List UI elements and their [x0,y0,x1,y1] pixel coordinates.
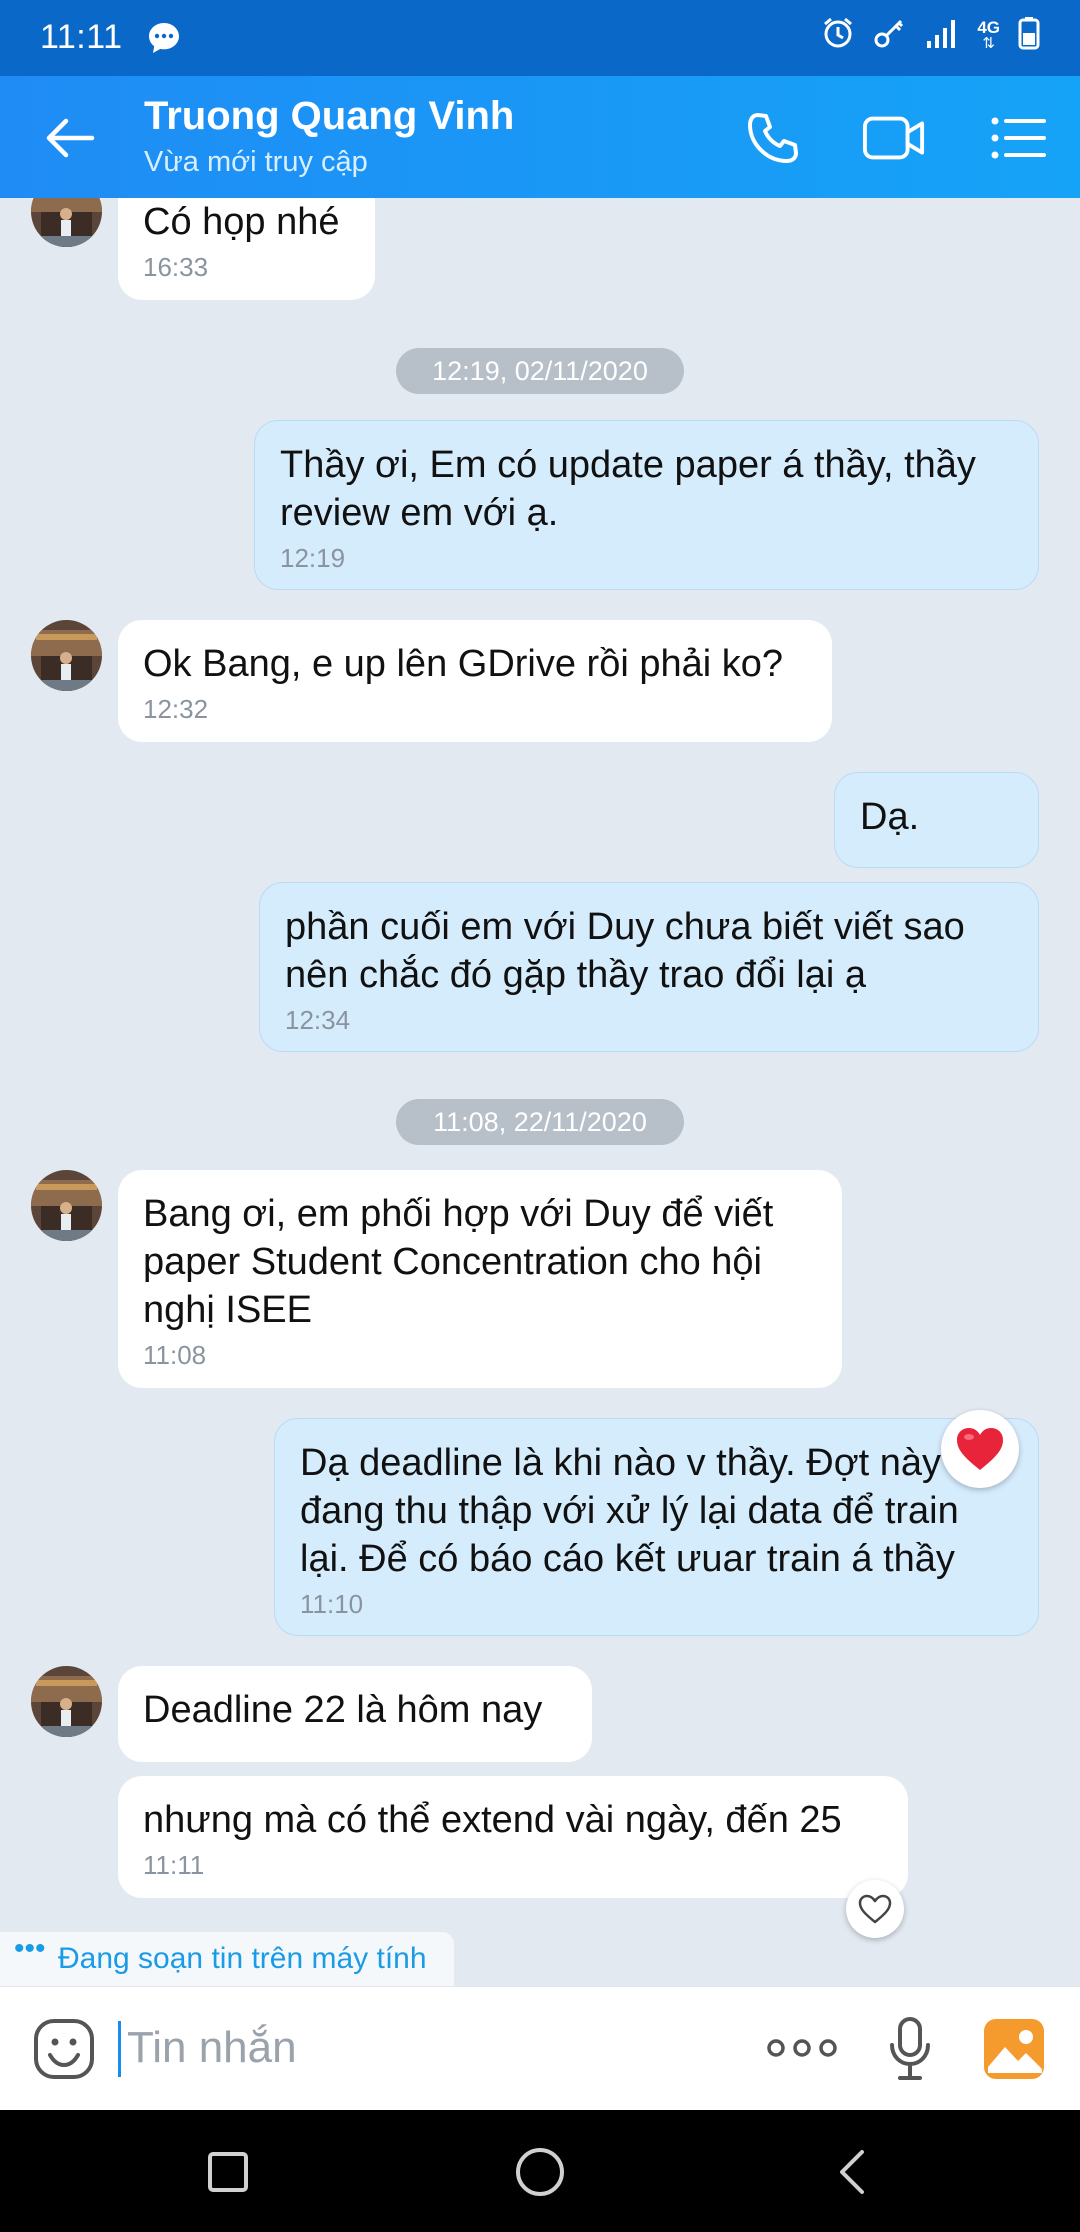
microphone-icon [890,2017,930,2080]
message-text: Bang ơi, em phối hợp với Duy để viết pap… [143,1193,774,1331]
battery-icon [1018,16,1040,55]
image-gallery-icon [984,2019,1044,2079]
more-options-button[interactable] [766,2033,838,2068]
message-bubble-incoming[interactable]: Bang ơi, em phối hợp với Duy để viết pap… [118,1170,842,1388]
video-call-button[interactable] [862,106,926,170]
network-type-label: 4G [977,17,1000,37]
message-bubble-incoming[interactable]: nhưng mà có thể extend vài ngày, đến 25 … [118,1776,908,1898]
phone-icon [748,113,798,163]
message-bubble-outgoing[interactable]: Thầy ơi, Em có update paper á thầy, thầy… [254,420,1039,590]
square-icon [208,2152,248,2192]
contact-avatar[interactable] [31,620,102,691]
list-menu-icon [991,117,1046,159]
contact-avatar[interactable] [31,1666,102,1737]
gallery-button[interactable] [982,2017,1046,2086]
typing-dots-icon: ••• [14,1932,46,1965]
circle-icon [516,2148,564,2196]
message-notification-icon [146,20,182,61]
heart-outline-icon [858,1894,892,1924]
message-text: Deadline 22 là hôm nay [143,1689,543,1731]
heart-icon [957,1428,1003,1470]
key-icon [873,16,907,55]
typing-indicator: ••• Đang soạn tin trên máy tính [0,1932,454,1986]
voice-message-button[interactable] [886,2015,934,2088]
message-time: 12:19 [280,543,346,573]
message-time: 12:34 [285,1005,351,1035]
message-text: nhưng mà có thể extend vài ngày, đến 25 [143,1799,842,1841]
date-separator: 11:08, 22/11/2020 [396,1099,684,1145]
chevron-left-icon [840,2150,864,2194]
chat-header: Truong Quang Vinh Vừa mới truy cập [0,76,1080,198]
contact-name[interactable]: Truong Quang Vinh [144,94,514,139]
typing-indicator-text: Đang soạn tin trên máy tính [58,1942,427,1975]
status-icons: 4G ⇅ [821,16,1040,55]
back-button[interactable] [40,110,102,166]
message-time: 11:11 [143,1850,205,1880]
arrow-left-icon [46,118,95,158]
message-time: 16:33 [143,252,209,282]
contact-status: Vừa mới truy cập [144,146,368,178]
status-time: 11:11 [40,18,123,56]
date-separator: 12:19, 02/11/2020 [396,348,684,394]
network-type-icon: 4G ⇅ [977,17,1000,52]
message-text: Thầy ơi, Em có update paper á thầy, thầy… [280,444,976,534]
contact-avatar[interactable] [31,198,102,247]
message-bubble-outgoing[interactable]: Dạ deadline là khi nào v thầy. Đợt này e… [274,1418,1039,1636]
sticker-button[interactable] [32,2017,96,2086]
message-bubble-incoming[interactable]: Có họp nhé 16:33 [118,198,375,300]
heart-reaction[interactable] [941,1410,1019,1488]
message-time: 11:08 [143,1340,207,1370]
react-button[interactable] [846,1880,904,1938]
contact-avatar[interactable] [31,1170,102,1241]
message-bubble-outgoing[interactable]: Dạ. [834,772,1039,868]
message-bubble-outgoing[interactable]: phần cuối em với Duy chưa biết viết sao … [259,882,1039,1052]
message-text: Dạ deadline là khi nào v thầy. Đợt này e… [300,1442,973,1580]
back-nav-button[interactable] [820,2140,884,2204]
message-time: 11:10 [300,1589,364,1619]
message-input-bar: Tin nhắn [0,1986,1080,2110]
chat-message-list[interactable]: Có họp nhé 16:33 12:19, 02/11/2020 Thầy … [0,198,1080,1986]
signal-icon [925,17,959,54]
menu-button[interactable] [986,106,1050,170]
alarm-icon [821,16,855,55]
message-bubble-incoming[interactable]: Deadline 22 là hôm nay [118,1666,592,1762]
message-input[interactable]: Tin nhắn [118,2021,718,2077]
message-time: 12:32 [143,694,209,724]
message-bubble-incoming[interactable]: Ok Bang, e up lên GDrive rồi phải ko? 12… [118,620,832,742]
recent-apps-button[interactable] [196,2140,260,2204]
message-text: Có họp nhé [143,201,340,243]
emoji-icon [34,2019,94,2079]
status-bar: 11:11 4G ⇅ [0,0,1080,76]
message-text: Ok Bang, e up lên GDrive rồi phải ko? [143,643,784,685]
system-navigation-bar [0,2110,1080,2232]
message-text: Dạ. [860,796,920,838]
message-text: phần cuối em với Duy chưa biết viết sao … [285,906,965,996]
more-horizontal-icon [767,2039,837,2057]
voice-call-button[interactable] [741,106,805,170]
home-button[interactable] [508,2140,572,2204]
video-camera-icon [862,116,925,160]
